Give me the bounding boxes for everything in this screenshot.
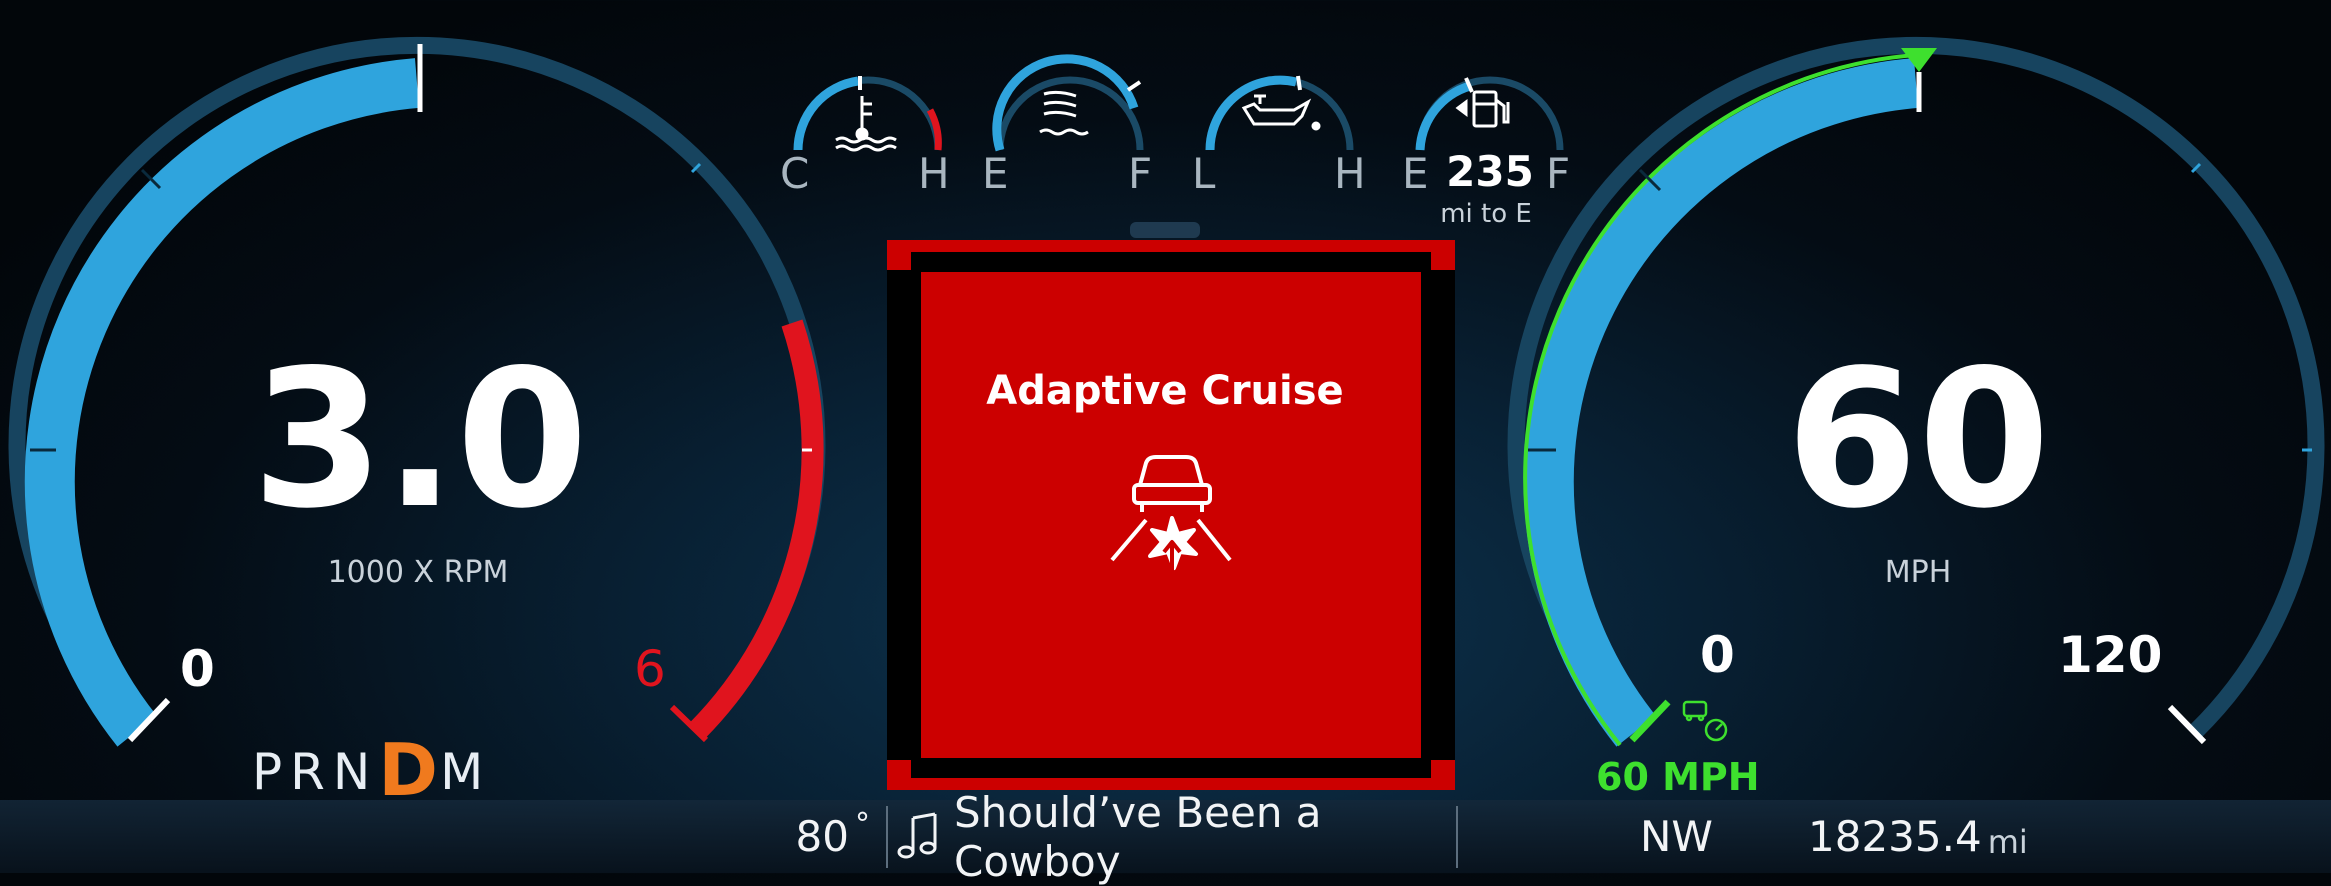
alert-panel [887, 222, 1455, 790]
rpm-max-label: 6 [634, 640, 666, 698]
compass-value: NW [1640, 812, 1713, 861]
rpm-min-label: 0 [180, 640, 215, 698]
odometer-unit: mi [1987, 822, 2028, 861]
alert-title: Adaptive Cruise [986, 368, 1344, 414]
fuel-low-label: E [1402, 149, 1429, 198]
compass-heading: NW [1640, 800, 1713, 873]
tach-redline-arc [689, 319, 824, 739]
adaptive-cruise-status-icon [1682, 700, 1728, 742]
outside-temp-value: 80 [795, 812, 849, 861]
oil-gauge: L H [1192, 75, 1366, 198]
washer-high-label: F [1128, 149, 1152, 198]
washer-gauge: E F [982, 54, 1152, 198]
fuel-gauge-fill [1415, 81, 1472, 151]
alert-top-bar [887, 240, 1455, 252]
washer-fluid-icon [1039, 90, 1089, 136]
washer-low-label: E [982, 149, 1009, 198]
temp-gauge: C H [780, 76, 950, 198]
oil-gauge-track [1206, 76, 1354, 151]
speedometer: 60 MPH 0 120 60 MPH [1507, 36, 2325, 799]
now-playing[interactable]: Should’ve Been a Cowboy [896, 788, 1456, 886]
rpm-unit-label: 1000 X RPM [328, 555, 509, 590]
rpm-value: 3.0 [252, 329, 589, 550]
fuel-pump-icon [1455, 90, 1510, 128]
degree-symbol: ° [855, 807, 870, 842]
oil-low-label: L [1192, 149, 1216, 198]
music-note-icon [896, 812, 940, 862]
fuel-range-unit: mi to E [1440, 199, 1532, 229]
speed-max-label: 120 [2058, 626, 2162, 684]
tachometer: 3.0 1000 X RPM 0 6 [8, 36, 826, 747]
oil-gauge-needle [1296, 75, 1302, 91]
alert-inner-panel [921, 272, 1421, 758]
speed-unit-label: MPH [1885, 555, 1952, 590]
song-title: Should’ve Been a Cowboy [954, 787, 1322, 886]
odometer: 18235.4 mi [1808, 800, 2028, 873]
divider [886, 806, 888, 868]
coolant-temp-icon [835, 96, 897, 152]
oil-high-label: H [1334, 149, 1366, 198]
cruise-set-speed: 60 MPH [1596, 755, 1760, 799]
outside-temperature: 80 ° [660, 800, 880, 873]
temp-low-label: C [780, 149, 809, 198]
washer-gauge-needle [1126, 80, 1142, 92]
gear-letters-before: PRN [252, 743, 379, 801]
oil-pressure-icon [1241, 94, 1321, 131]
oil-gauge-fill [1205, 75, 1298, 151]
odometer-value: 18235.4 [1808, 812, 1982, 861]
temp-gauge-hot-zone [926, 108, 942, 151]
fuel-range-value: 235 [1446, 147, 1534, 196]
gear-letters-after: M [440, 743, 492, 801]
fuel-gauge: E 235 F mi to E [1402, 76, 1570, 229]
fuel-high-label: F [1546, 149, 1570, 198]
temp-high-label: H [918, 149, 950, 198]
speed-value: 60 [1786, 329, 2050, 550]
divider [1456, 806, 1458, 868]
speed-min-label: 0 [1700, 626, 1735, 684]
alert-top-notch [1130, 222, 1200, 238]
